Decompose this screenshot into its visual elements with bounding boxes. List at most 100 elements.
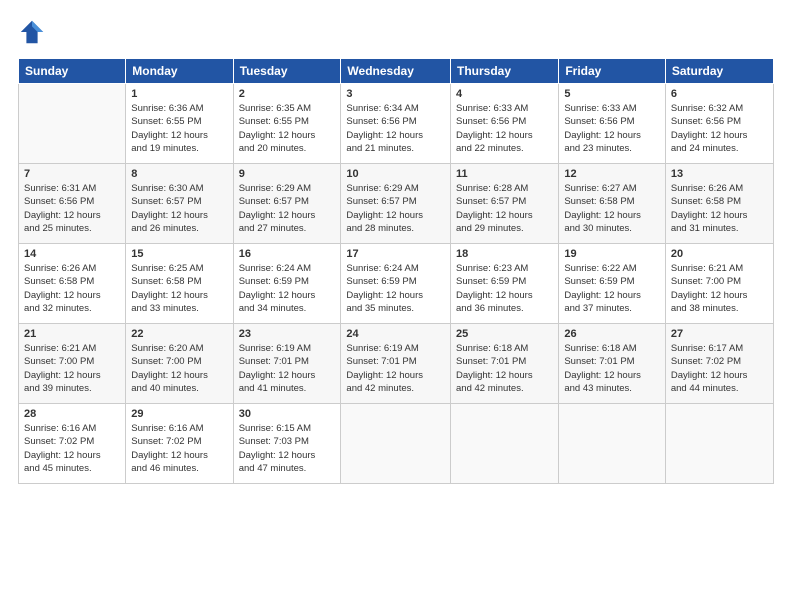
calendar-cell: 17 Sunrise: 6:24 AM Sunset: 6:59 PM Dayli… <box>341 244 451 324</box>
calendar-cell: 30Sunrise: 6:15 AM Sunset: 7:03 PM Dayli… <box>233 404 341 484</box>
cell-date: 25 <box>456 328 553 340</box>
cell-date: 9 <box>239 168 336 180</box>
cell-info: Sunrise: 6:18 AM Sunset: 7:01 PM Dayligh… <box>456 342 553 395</box>
calendar-cell: 11 Sunrise: 6:28 AM Sunset: 6:57 PM Dayli… <box>451 164 559 244</box>
calendar-cell: 7 Sunrise: 6:31 AM Sunset: 6:56 PM Daylig… <box>19 164 126 244</box>
cell-info: Sunrise: 6:19 AM Sunset: 7:01 PM Dayligh… <box>239 342 336 395</box>
cell-info: Sunrise: 6:32 AM Sunset: 6:56 PM Dayligh… <box>671 102 768 155</box>
cell-date: 26 <box>564 328 660 340</box>
calendar-cell: 26Sunrise: 6:18 AM Sunset: 7:01 PM Dayli… <box>559 324 666 404</box>
calendar-cell: 1 Sunrise: 6:36 AM Sunset: 6:55 PM Daylig… <box>126 84 233 164</box>
calendar-cell: 29 Sunrise: 6:16 AM Sunset: 7:02 PM Dayli… <box>126 404 233 484</box>
cell-date: 21 <box>24 328 120 340</box>
calendar-cell: 21 Sunrise: 6:21 AM Sunset: 7:00 PM Dayli… <box>19 324 126 404</box>
weekday-header: Saturday <box>665 59 773 84</box>
calendar-week-row: 1 Sunrise: 6:36 AM Sunset: 6:55 PM Daylig… <box>19 84 774 164</box>
cell-date: 15 <box>131 248 227 260</box>
cell-date: 19 <box>564 248 660 260</box>
calendar-cell: 6 Sunrise: 6:32 AM Sunset: 6:56 PM Daylig… <box>665 84 773 164</box>
page: SundayMondayTuesdayWednesdayThursdayFrid… <box>0 0 792 494</box>
calendar-cell: 24 Sunrise: 6:19 AM Sunset: 7:01 PM Dayli… <box>341 324 451 404</box>
calendar-week-row: 14 Sunrise: 6:26 AM Sunset: 6:58 PM Dayli… <box>19 244 774 324</box>
weekday-header: Thursday <box>451 59 559 84</box>
cell-date: 20 <box>671 248 768 260</box>
calendar-week-row: 21 Sunrise: 6:21 AM Sunset: 7:00 PM Dayli… <box>19 324 774 404</box>
cell-info: Sunrise: 6:16 AM Sunset: 7:02 PM Dayligh… <box>24 422 120 475</box>
calendar-cell: 8Sunrise: 6:30 AM Sunset: 6:57 PM Daylig… <box>126 164 233 244</box>
cell-date: 2 <box>239 88 336 100</box>
cell-date: 11 <box>456 168 553 180</box>
cell-info: Sunrise: 6:33 AM Sunset: 6:56 PM Dayligh… <box>564 102 660 155</box>
cell-info: Sunrise: 6:31 AM Sunset: 6:56 PM Dayligh… <box>24 182 120 235</box>
calendar-cell: 13Sunrise: 6:26 AM Sunset: 6:58 PM Dayli… <box>665 164 773 244</box>
logo-icon <box>18 18 46 46</box>
cell-date: 27 <box>671 328 768 340</box>
weekday-header: Sunday <box>19 59 126 84</box>
calendar-cell: 14 Sunrise: 6:26 AM Sunset: 6:58 PM Dayli… <box>19 244 126 324</box>
calendar-cell: 16 Sunrise: 6:24 AM Sunset: 6:59 PM Dayli… <box>233 244 341 324</box>
cell-date: 17 <box>346 248 445 260</box>
cell-date: 7 <box>24 168 120 180</box>
calendar-cell: 25 Sunrise: 6:18 AM Sunset: 7:01 PM Dayli… <box>451 324 559 404</box>
calendar-header-row: SundayMondayTuesdayWednesdayThursdayFrid… <box>19 59 774 84</box>
cell-date: 14 <box>24 248 120 260</box>
cell-date: 22 <box>131 328 227 340</box>
cell-info: Sunrise: 6:28 AM Sunset: 6:57 PM Dayligh… <box>456 182 553 235</box>
calendar-cell <box>559 404 666 484</box>
calendar-cell: 4 Sunrise: 6:33 AM Sunset: 6:56 PM Daylig… <box>451 84 559 164</box>
calendar-cell: 28 Sunrise: 6:16 AM Sunset: 7:02 PM Dayli… <box>19 404 126 484</box>
calendar-cell: 5 Sunrise: 6:33 AM Sunset: 6:56 PM Daylig… <box>559 84 666 164</box>
cell-date: 24 <box>346 328 445 340</box>
cell-info: Sunrise: 6:33 AM Sunset: 6:56 PM Dayligh… <box>456 102 553 155</box>
cell-date: 30 <box>239 408 336 420</box>
cell-date: 1 <box>131 88 227 100</box>
weekday-header: Tuesday <box>233 59 341 84</box>
header <box>18 18 774 46</box>
cell-date: 13 <box>671 168 768 180</box>
cell-info: Sunrise: 6:25 AM Sunset: 6:58 PM Dayligh… <box>131 262 227 315</box>
calendar-cell: 3 Sunrise: 6:34 AM Sunset: 6:56 PM Daylig… <box>341 84 451 164</box>
cell-date: 10 <box>346 168 445 180</box>
cell-date: 29 <box>131 408 227 420</box>
cell-info: Sunrise: 6:35 AM Sunset: 6:55 PM Dayligh… <box>239 102 336 155</box>
cell-info: Sunrise: 6:36 AM Sunset: 6:55 PM Dayligh… <box>131 102 227 155</box>
calendar-cell: 20 Sunrise: 6:21 AM Sunset: 7:00 PM Dayli… <box>665 244 773 324</box>
calendar-cell: 9 Sunrise: 6:29 AM Sunset: 6:57 PM Daylig… <box>233 164 341 244</box>
calendar-cell: 23 Sunrise: 6:19 AM Sunset: 7:01 PM Dayli… <box>233 324 341 404</box>
logo <box>18 18 50 46</box>
cell-date: 8 <box>131 168 227 180</box>
calendar-cell: 12Sunrise: 6:27 AM Sunset: 6:58 PM Dayli… <box>559 164 666 244</box>
cell-date: 5 <box>564 88 660 100</box>
cell-date: 6 <box>671 88 768 100</box>
calendar-week-row: 28 Sunrise: 6:16 AM Sunset: 7:02 PM Dayli… <box>19 404 774 484</box>
calendar-cell <box>19 84 126 164</box>
calendar-cell: 15 Sunrise: 6:25 AM Sunset: 6:58 PM Dayli… <box>126 244 233 324</box>
cell-info: Sunrise: 6:23 AM Sunset: 6:59 PM Dayligh… <box>456 262 553 315</box>
cell-date: 3 <box>346 88 445 100</box>
cell-info: Sunrise: 6:21 AM Sunset: 7:00 PM Dayligh… <box>671 262 768 315</box>
cell-date: 23 <box>239 328 336 340</box>
calendar-cell: 18Sunrise: 6:23 AM Sunset: 6:59 PM Dayli… <box>451 244 559 324</box>
calendar-cell <box>665 404 773 484</box>
cell-info: Sunrise: 6:24 AM Sunset: 6:59 PM Dayligh… <box>346 262 445 315</box>
cell-date: 16 <box>239 248 336 260</box>
cell-info: Sunrise: 6:17 AM Sunset: 7:02 PM Dayligh… <box>671 342 768 395</box>
calendar-cell <box>341 404 451 484</box>
calendar-cell: 10Sunrise: 6:29 AM Sunset: 6:57 PM Dayli… <box>341 164 451 244</box>
weekday-header: Monday <box>126 59 233 84</box>
weekday-header: Friday <box>559 59 666 84</box>
calendar-cell <box>451 404 559 484</box>
cell-info: Sunrise: 6:29 AM Sunset: 6:57 PM Dayligh… <box>239 182 336 235</box>
cell-info: Sunrise: 6:16 AM Sunset: 7:02 PM Dayligh… <box>131 422 227 475</box>
cell-info: Sunrise: 6:26 AM Sunset: 6:58 PM Dayligh… <box>24 262 120 315</box>
cell-info: Sunrise: 6:19 AM Sunset: 7:01 PM Dayligh… <box>346 342 445 395</box>
calendar-cell: 19Sunrise: 6:22 AM Sunset: 6:59 PM Dayli… <box>559 244 666 324</box>
cell-info: Sunrise: 6:34 AM Sunset: 6:56 PM Dayligh… <box>346 102 445 155</box>
cell-info: Sunrise: 6:24 AM Sunset: 6:59 PM Dayligh… <box>239 262 336 315</box>
cell-info: Sunrise: 6:21 AM Sunset: 7:00 PM Dayligh… <box>24 342 120 395</box>
cell-date: 28 <box>24 408 120 420</box>
cell-info: Sunrise: 6:20 AM Sunset: 7:00 PM Dayligh… <box>131 342 227 395</box>
cell-date: 4 <box>456 88 553 100</box>
calendar-table: SundayMondayTuesdayWednesdayThursdayFrid… <box>18 58 774 484</box>
calendar-cell: 27 Sunrise: 6:17 AM Sunset: 7:02 PM Dayli… <box>665 324 773 404</box>
